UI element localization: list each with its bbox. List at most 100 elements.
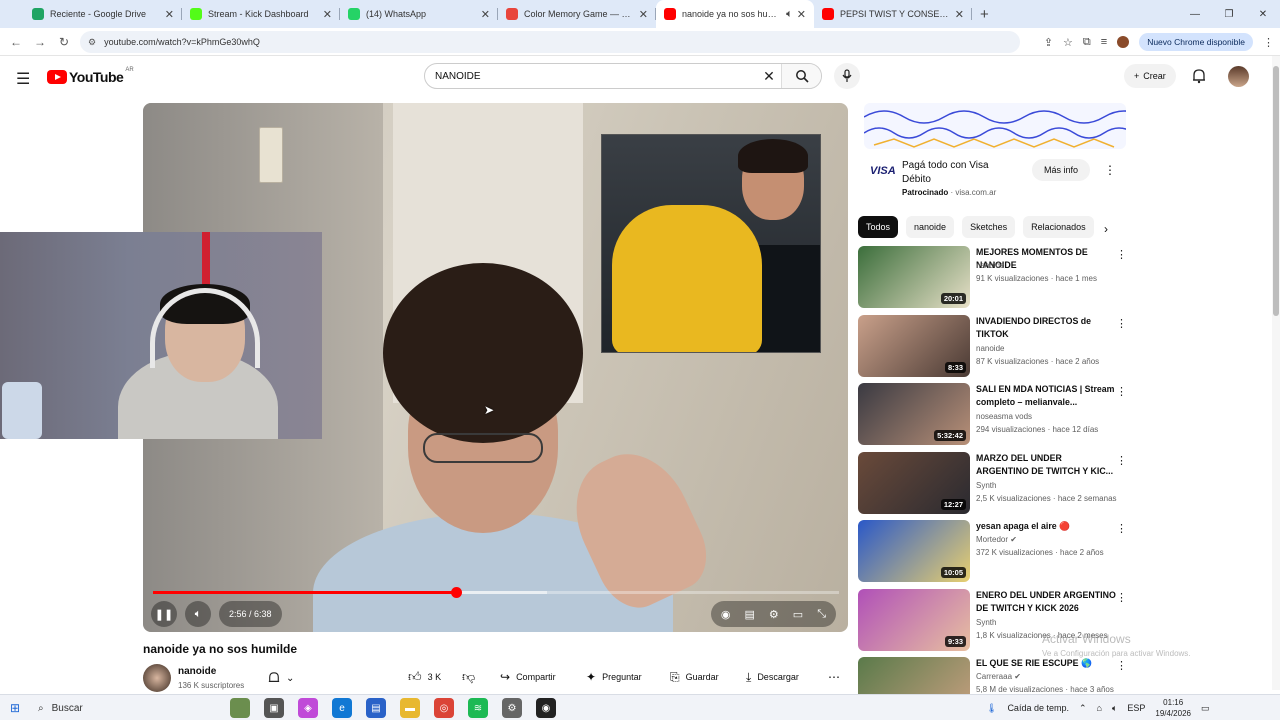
tab-audio-icon[interactable]: 🔈︎ xyxy=(786,8,793,21)
filter-chip[interactable]: nanoide xyxy=(906,216,955,238)
progress-bar[interactable] xyxy=(153,587,839,598)
ad-card[interactable]: VISA Pagá todo con Visa Débito Patrocina… xyxy=(864,153,1126,209)
address-bar[interactable]: ⚙ youtube.com/watch?v=kPhmGe30whQ xyxy=(80,31,1020,53)
related-video-channel[interactable]: Synth xyxy=(976,618,996,627)
close-window-button[interactable]: ✕ xyxy=(1246,9,1280,20)
task-view-icon[interactable]: ▣ xyxy=(264,698,284,718)
new-tab-button[interactable]: + xyxy=(980,6,989,23)
video-thumbnail[interactable]: 8:33 xyxy=(858,314,970,377)
more-actions-button[interactable]: ⋯ xyxy=(828,666,840,688)
copilot-icon[interactable]: ◈ xyxy=(298,698,318,718)
download-button[interactable]: ⤓ Descargar xyxy=(746,666,799,688)
tab-close-icon[interactable]: ✕ xyxy=(481,8,490,21)
subtitles-icon[interactable]: ▤ xyxy=(745,608,755,621)
network-icon[interactable]: ⌂ xyxy=(1097,703,1102,713)
browser-tab[interactable]: Stream - Kick Dashboard ✕ xyxy=(182,0,340,28)
weather-text[interactable]: Caída de temp. xyxy=(1007,703,1069,713)
ad-menu-icon[interactable]: ⋮ xyxy=(1104,163,1116,177)
profile-avatar[interactable] xyxy=(1117,36,1130,48)
chrome-update-button[interactable]: Nuevo Chrome disponible xyxy=(1139,33,1253,51)
ask-button[interactable]: ✦ Preguntar xyxy=(586,666,642,688)
maximize-button[interactable]: ❐ xyxy=(1212,9,1246,20)
youtube-logo[interactable]: YouTube AR xyxy=(47,67,134,85)
related-video-channel[interactable]: nanoide xyxy=(976,344,1004,353)
related-video-channel[interactable]: Synth xyxy=(976,481,996,490)
settings-icon[interactable]: ⚙ xyxy=(502,698,522,718)
related-video-item[interactable]: 5:32:42 SALI EN MDA NOTICIAS | Stream com… xyxy=(858,381,1130,450)
create-button[interactable]: + Crear xyxy=(1124,64,1176,88)
video-thumbnail[interactable]: 5:32:42 xyxy=(858,383,970,445)
reload-icon[interactable]: ↻ xyxy=(52,35,76,49)
related-video-channel[interactable]: Mortedor ✔ xyxy=(976,535,1017,544)
related-video-title[interactable]: SALI EN MDA NOTICIAS | Stream completo –… xyxy=(976,383,1116,409)
related-video-channel[interactable]: noseasma vods xyxy=(976,412,1032,421)
search-button[interactable] xyxy=(781,64,821,88)
windows-start-icon[interactable]: ⊞ xyxy=(10,701,20,715)
volume-icon[interactable]: 🔈︎ xyxy=(1112,703,1117,714)
chevron-right-icon[interactable]: › xyxy=(1104,222,1108,236)
file-explorer-icon[interactable]: ▬ xyxy=(400,698,420,718)
tab-close-icon[interactable]: ✕ xyxy=(639,8,648,21)
taskbar-search[interactable]: ⌕ Buscar xyxy=(32,698,222,718)
filter-chip[interactable]: Todos xyxy=(858,216,899,238)
save-button[interactable]: ⎘ Guardar xyxy=(670,666,719,688)
notification-icon[interactable]: ▭ xyxy=(1201,703,1210,714)
minimize-button[interactable]: — xyxy=(1178,9,1212,20)
channel-avatar[interactable] xyxy=(143,664,171,692)
related-video-title[interactable]: ENERO DEL UNDER ARGENTINO DE TWITCH Y KI… xyxy=(976,589,1116,615)
browser-tab[interactable]: (14) WhatsApp ✕ xyxy=(340,0,498,28)
video-thumbnail[interactable]: 9:33 xyxy=(858,588,970,651)
channel-name[interactable]: nanoide xyxy=(178,666,216,677)
related-video-title[interactable]: yesan apaga el aire 🔴 xyxy=(976,520,1116,533)
related-video-item[interactable]: 12:27 MARZO DEL UNDER ARGENTINO DE TWITCH… xyxy=(858,450,1130,519)
chevron-up-icon[interactable]: ⌃ xyxy=(1079,703,1087,714)
weather-icon[interactable]: 🌡︎ xyxy=(986,703,997,714)
obs-icon[interactable]: ◉ xyxy=(536,698,556,718)
tab-close-icon[interactable]: ✕ xyxy=(323,8,332,21)
ad-more-info-button[interactable]: Más info xyxy=(1032,159,1091,181)
related-video-title[interactable]: INVADIENDO DIRECTOS de TIKTOK xyxy=(976,315,1116,341)
share-button[interactable]: ↪ Compartir xyxy=(500,666,556,688)
bookmark-star-icon[interactable]: ☆ xyxy=(1063,36,1073,49)
related-video-title[interactable]: MARZO DEL UNDER ARGENTINO DE TWITCH Y KI… xyxy=(976,452,1116,478)
scrollbar-thumb[interactable] xyxy=(1273,66,1279,316)
browser-tab[interactable]: PEPSI TWIST Y CONSEJOS DE V ✕ xyxy=(814,0,972,28)
more-vertical-icon[interactable]: ⋮ xyxy=(1116,317,1127,330)
site-info-icon[interactable]: ⚙ xyxy=(88,37,96,48)
tab-close-icon[interactable]: ✕ xyxy=(797,8,806,21)
media-control-icon[interactable]: ≡ xyxy=(1101,36,1107,48)
search-input[interactable] xyxy=(425,70,757,82)
pause-button[interactable]: ❚❚ xyxy=(151,601,177,627)
subscription-bell-button[interactable]: ⌄ xyxy=(268,666,308,690)
account-avatar[interactable] xyxy=(1228,66,1249,87)
chrome-icon[interactable]: ◎ xyxy=(434,698,454,718)
language-indicator[interactable]: ESP xyxy=(1127,703,1145,713)
store-icon[interactable]: ▤ xyxy=(366,698,386,718)
video-thumbnail[interactable]: 12:27 xyxy=(858,451,970,514)
browser-tab[interactable]: nanoide ya no sos humilde 🔈︎ ✕ xyxy=(656,0,814,28)
autoplay-toggle[interactable]: ◉ xyxy=(721,608,731,621)
spotify-icon[interactable]: ≋ xyxy=(468,698,488,718)
video-thumbnail[interactable]: 20:01 xyxy=(858,246,970,308)
volume-button[interactable]: 🔈︎ xyxy=(185,601,211,627)
tab-close-icon[interactable]: ✕ xyxy=(165,8,174,21)
chrome-menu-icon[interactable]: ⋮ xyxy=(1263,36,1274,49)
voice-search-button[interactable] xyxy=(834,63,860,89)
tab-close-icon[interactable]: ✕ xyxy=(955,8,964,21)
extensions-icon[interactable]: ⧉ xyxy=(1083,36,1091,49)
hamburger-menu-icon[interactable]: ☰ xyxy=(16,69,30,89)
browser-tab[interactable]: Color Memory Game — How W ✕ xyxy=(498,0,656,28)
edge-icon[interactable]: e xyxy=(332,698,352,718)
theater-mode-icon[interactable]: ▭ xyxy=(793,608,803,621)
related-video-item[interactable]: 20:01 MEJORES MOMENTOS DE NANOIDE nanoide 9… xyxy=(858,244,1130,313)
more-vertical-icon[interactable]: ⋮ xyxy=(1116,522,1127,535)
filter-chip[interactable]: Relacionados xyxy=(1023,216,1094,238)
more-vertical-icon[interactable]: ⋮ xyxy=(1116,591,1127,604)
install-icon[interactable]: ⇪ xyxy=(1044,36,1053,49)
related-video-channel[interactable]: nanoide xyxy=(976,261,1004,270)
forward-icon[interactable]: → xyxy=(28,35,52,49)
fullscreen-icon[interactable]: ⤡ xyxy=(817,608,826,621)
notifications-button[interactable] xyxy=(1192,68,1206,89)
browser-tab[interactable]: Reciente - Google Drive ✕ xyxy=(24,0,182,28)
video-thumbnail[interactable]: 10:05 xyxy=(858,520,970,582)
